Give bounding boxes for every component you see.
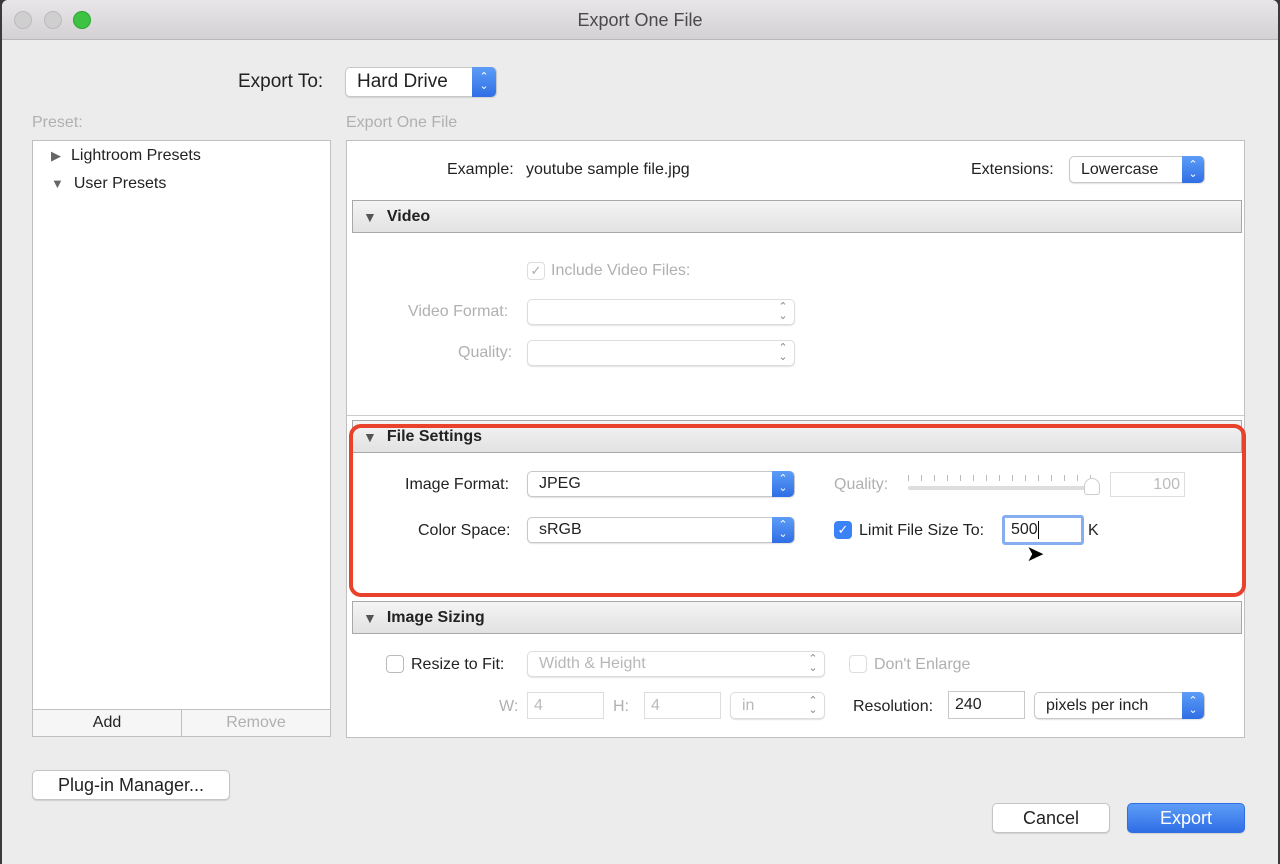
video-quality-select[interactable]: ⌃ ⌄	[527, 340, 795, 366]
preset-item-label: Lightroom Presets	[71, 147, 201, 164]
chevron-updown-icon: ⌃ ⌄	[778, 301, 788, 322]
section-title: Image Sizing	[386, 608, 485, 626]
include-video-checkbox[interactable]: ✓	[527, 262, 545, 280]
size-unit-value: in	[742, 696, 755, 714]
window-title: Export One File	[577, 10, 703, 30]
extensions-label: Extensions:	[971, 161, 1054, 178]
dont-enlarge-checkbox[interactable]	[849, 655, 867, 673]
example-label: Example:	[447, 161, 514, 178]
extensions-value: Lowercase	[1081, 160, 1159, 178]
preset-list: ▶ Lightroom Presets ▼ User Presets	[32, 140, 331, 710]
resize-to-fit-checkbox[interactable]	[386, 655, 404, 673]
export-to-select[interactable]: Hard Drive ⌃ ⌄	[345, 67, 497, 97]
remove-preset-button[interactable]: Remove	[181, 709, 331, 737]
highlight-annotation	[349, 424, 1246, 597]
extensions-select[interactable]: Lowercase ⌃ ⌄	[1069, 156, 1205, 183]
size-unit-select[interactable]: in ⌃ ⌄	[730, 692, 825, 719]
disclosure-closed-icon: ▶	[51, 148, 61, 163]
resize-mode-value: Width & Height	[539, 655, 646, 672]
zoom-window-button[interactable]	[73, 11, 91, 29]
chevron-updown-icon: ⌃ ⌄	[808, 694, 818, 716]
width-input[interactable]: 4	[527, 692, 604, 719]
export-dialog: Export One File Export To: Hard Drive ⌃ ⌄ …	[2, 0, 1278, 864]
chevron-updown-icon: ⌃ ⌄	[1182, 692, 1204, 719]
chevron-updown-icon: ⌃ ⌄	[808, 653, 818, 674]
resolution-input[interactable]: 240	[948, 691, 1025, 719]
video-section-header[interactable]: ▼ Video	[352, 200, 1242, 233]
chevron-updown-icon: ⌃ ⌄	[472, 67, 496, 97]
disclosure-open-icon: ▼	[363, 609, 377, 626]
resolution-label: Resolution:	[853, 698, 934, 715]
export-section-label: Export One File	[346, 114, 458, 131]
video-quality-label: Quality:	[458, 344, 513, 361]
title-bar: Export One File	[2, 0, 1278, 40]
width-label: W:	[499, 698, 519, 715]
export-to-label: Export To:	[238, 71, 324, 92]
example-filename: youtube sample file.jpg	[526, 161, 690, 178]
preset-lightroom-presets[interactable]: ▶ Lightroom Presets	[51, 147, 201, 165]
disclosure-open-icon: ▼	[51, 176, 64, 191]
export-to-value: Hard Drive	[357, 71, 448, 92]
resize-to-fit-label: Resize to Fit:	[411, 656, 505, 673]
cancel-button[interactable]: Cancel	[992, 803, 1110, 833]
section-title: Video	[386, 207, 431, 225]
resolution-unit-select[interactable]: pixels per inch ⌃ ⌄	[1034, 692, 1205, 719]
height-label: H:	[613, 698, 629, 715]
height-input[interactable]: 4	[644, 692, 721, 719]
minimize-window-button[interactable]	[44, 11, 62, 29]
resize-mode-select[interactable]: Width & Height ⌃ ⌄	[527, 651, 825, 677]
chevron-updown-icon: ⌃ ⌄	[778, 342, 788, 363]
add-preset-button[interactable]: Add	[32, 709, 182, 737]
video-format-label: Video Format:	[408, 303, 509, 320]
chevron-updown-icon: ⌃ ⌄	[1182, 156, 1204, 183]
close-window-button[interactable]	[14, 11, 32, 29]
preset-label: Preset:	[32, 114, 83, 131]
dont-enlarge-label: Don't Enlarge	[874, 656, 971, 673]
preset-user-presets[interactable]: ▼ User Presets	[51, 175, 166, 193]
plugin-manager-button[interactable]: Plug-in Manager...	[32, 770, 230, 800]
include-video-label: Include Video Files:	[551, 262, 691, 279]
divider	[347, 415, 1244, 416]
preset-item-label: User Presets	[73, 175, 167, 192]
export-button[interactable]: Export	[1127, 803, 1245, 833]
video-format-select[interactable]: ⌃ ⌄	[527, 299, 795, 325]
resolution-unit-value: pixels per inch	[1046, 696, 1149, 714]
image-sizing-section-header[interactable]: ▼ Image Sizing	[352, 601, 1242, 634]
disclosure-open-icon: ▼	[363, 208, 377, 225]
